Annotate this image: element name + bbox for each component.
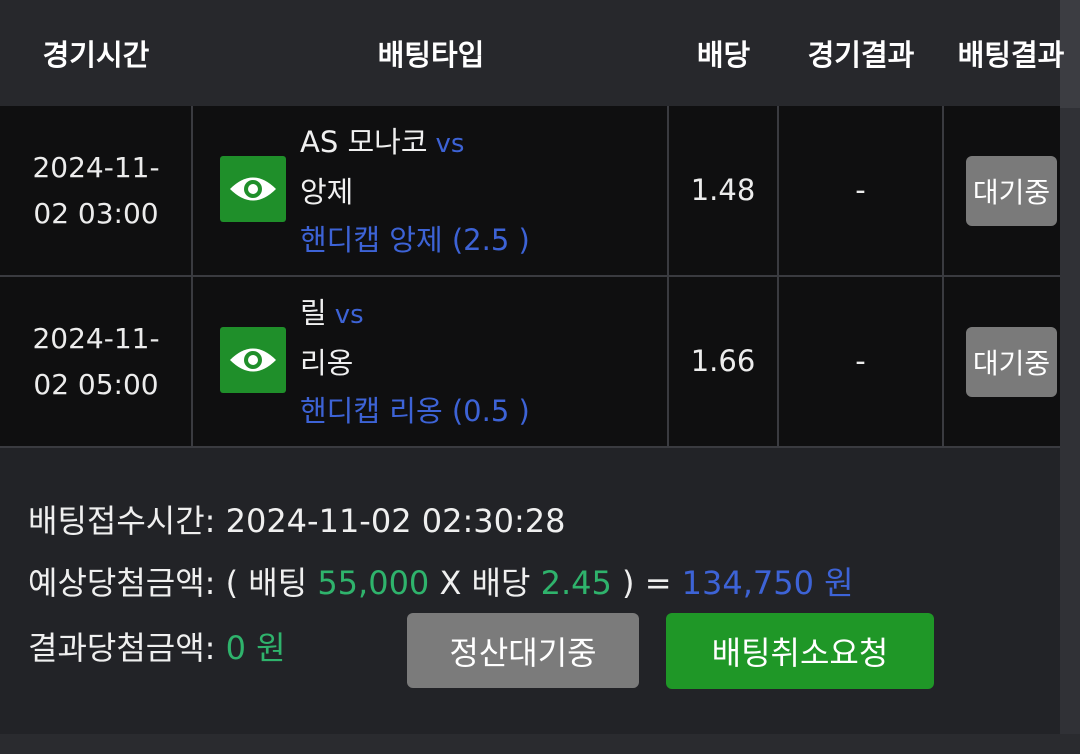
- settlement-pending-button[interactable]: 정산대기중: [407, 613, 639, 688]
- view-detail-button[interactable]: [220, 156, 286, 222]
- game-clock: 02 05:00: [33, 367, 159, 401]
- scrollbar-track[interactable]: [1060, 0, 1080, 734]
- accept-time-label: 배팅접수시간:: [28, 502, 216, 540]
- result-amount: 0 원: [225, 629, 286, 667]
- header-bet-type: 배팅타입: [377, 38, 485, 72]
- match-info: AS 모나코 vs 앙제 핸디캡 앙제 (2.5 ): [300, 118, 530, 264]
- paren-close: ) =: [622, 564, 672, 602]
- bet-amount: 55,000: [317, 564, 430, 602]
- away-team: 리옹: [300, 346, 354, 380]
- game-result-value: -: [855, 173, 866, 207]
- vs-label: vs: [435, 129, 465, 159]
- odds-value: 1.48: [690, 173, 756, 207]
- match-info: 릴 vs 리옹 핸디캡 리옹 (0.5 ): [300, 289, 530, 435]
- game-date: 2024-11-: [32, 321, 160, 355]
- bet-paren-open: ( 배팅: [225, 564, 308, 602]
- game-date: 2024-11-: [32, 150, 160, 184]
- game-time: 2024-11- 02 05:00: [0, 277, 192, 446]
- expected-winnings-label: 예상당첨금액:: [28, 564, 216, 602]
- result-winnings-line: 결과당첨금액: 0 원: [28, 628, 286, 668]
- game-time: 2024-11- 02 03:00: [0, 106, 192, 275]
- handicap-pick: 핸디캡 앙제 (2.5 ): [300, 223, 530, 257]
- header-game-time: 경기시간: [42, 38, 150, 72]
- status-badge: 대기중: [966, 156, 1057, 226]
- view-detail-button[interactable]: [220, 327, 286, 393]
- accept-time-value: 2024-11-02 02:30:28: [225, 502, 566, 540]
- header-odds: 배당: [696, 38, 751, 72]
- vs-label: vs: [334, 300, 364, 330]
- eye-icon: [230, 177, 276, 201]
- table-header: 경기시간 배팅타입 배당 경기결과 배팅결과: [0, 0, 1064, 106]
- expected-amount: 134,750 원: [681, 564, 854, 602]
- home-team: 릴: [300, 296, 327, 330]
- cancel-bet-request-button[interactable]: 배팅취소요청: [666, 613, 934, 689]
- game-clock: 02 03:00: [33, 196, 159, 230]
- home-team: AS 모나코: [300, 125, 428, 159]
- handicap-pick: 핸디캡 리옹 (0.5 ): [300, 394, 530, 428]
- row-divider: [0, 446, 1060, 448]
- expected-winnings-line: 예상당첨금액: ( 배팅 55,000 X 배당 2.45 ) = 134,75…: [28, 563, 854, 603]
- header-game-result: 경기결과: [807, 38, 915, 72]
- odds-value: 1.66: [690, 344, 756, 378]
- accept-time-line: 배팅접수시간: 2024-11-02 02:30:28: [28, 501, 565, 541]
- bottom-strip: [0, 734, 1080, 754]
- times-odds-label: X 배당: [439, 564, 531, 602]
- header-bet-result: 배팅결과: [957, 38, 1065, 72]
- game-result-value: -: [855, 344, 866, 378]
- result-winnings-label: 결과당첨금액:: [28, 629, 216, 667]
- status-badge: 대기중: [966, 327, 1057, 397]
- column-divider: [942, 106, 944, 447]
- away-team: 앙제: [300, 175, 354, 209]
- total-odds: 2.45: [540, 564, 612, 602]
- eye-icon: [230, 348, 276, 372]
